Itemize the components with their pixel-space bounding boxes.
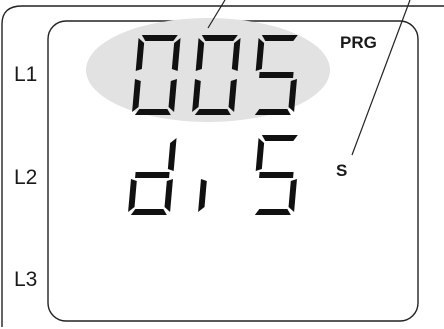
s-indicator: S bbox=[336, 161, 348, 180]
lcd-display-diagram: L1 L2 L3 PRG S bbox=[0, 0, 444, 329]
prg-indicator: PRG bbox=[340, 33, 377, 52]
row-label-l1: L1 bbox=[14, 63, 38, 86]
line2-digit-5 bbox=[254, 135, 298, 215]
line2-digit-d bbox=[128, 138, 177, 215]
lcd-artwork bbox=[1, 0, 444, 327]
line2-digit-i bbox=[198, 179, 207, 212]
row-label-l3: L3 bbox=[14, 268, 38, 291]
row-label-l2: L2 bbox=[14, 166, 38, 189]
callout-line-unit bbox=[351, 0, 411, 156]
